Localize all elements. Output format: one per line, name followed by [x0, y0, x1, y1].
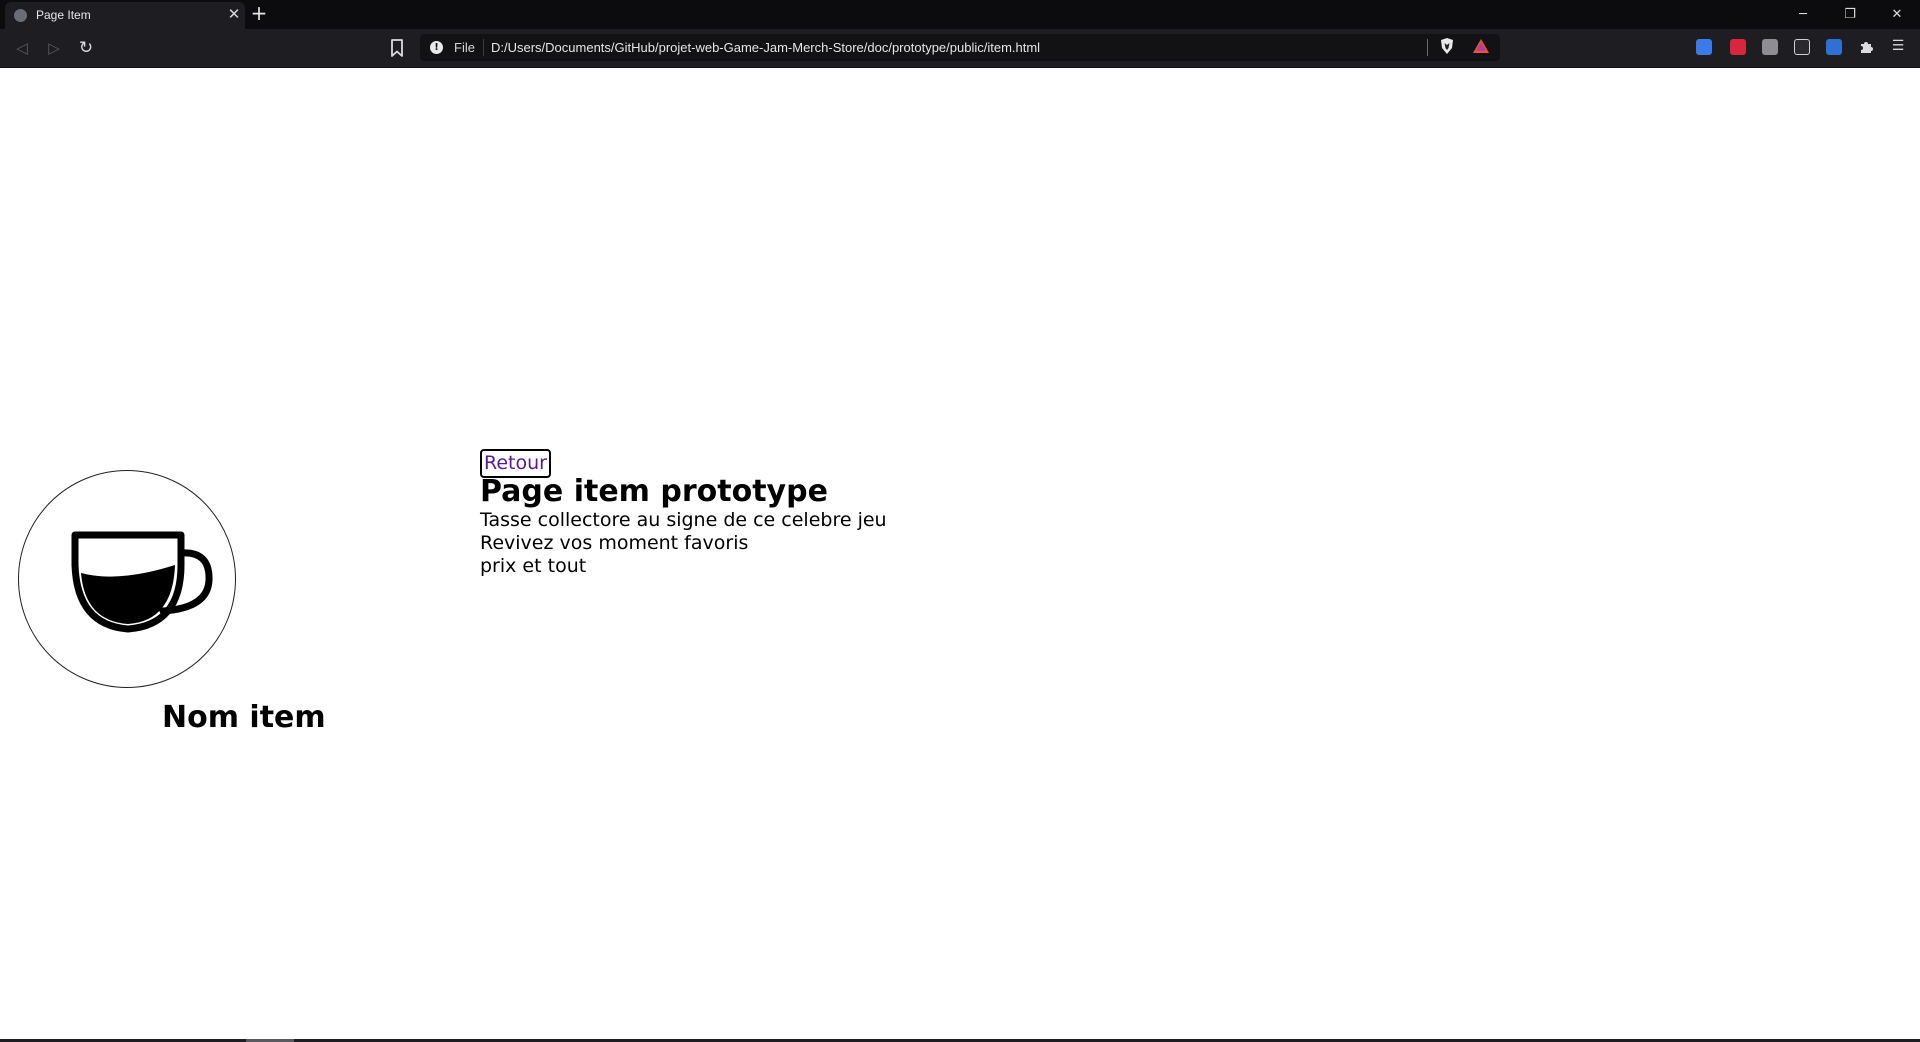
description-line: Revivez vos moment favoris	[480, 532, 749, 554]
forward-nav-button[interactable]: ▷	[43, 37, 65, 59]
minimize-button[interactable]: ─	[1780, 0, 1826, 29]
translate-icon[interactable]	[1696, 39, 1712, 55]
extension-red-icon[interactable]	[1730, 39, 1746, 55]
browser-toolbar: ◁ ▷ ↻ ! File D:/Users/Documents/GitHub/p…	[0, 29, 1920, 68]
page-title: Page item prototype	[480, 474, 828, 509]
back-nav-button[interactable]: ◁	[11, 37, 33, 59]
url-text[interactable]: D:/Users/Documents/GitHub/projet-web-Gam…	[491, 40, 1040, 55]
info-icon[interactable]: !	[430, 41, 443, 54]
bookmark-icon[interactable]	[388, 38, 406, 58]
description-line: Tasse collectore au signe de ce celebre …	[480, 509, 887, 531]
item-description: Tasse collectore au signe de ce celebre …	[480, 509, 887, 578]
tab-bar: Page Item ✕ + ─ ❐ ✕	[0, 0, 1920, 29]
item-name: Nom item	[162, 700, 326, 735]
description-line: prix et tout	[480, 555, 587, 577]
close-window-button[interactable]: ✕	[1874, 0, 1920, 29]
coffee-cup-icon	[71, 531, 213, 633]
puzzle-icon[interactable]	[1858, 39, 1874, 55]
url-separator	[483, 39, 484, 56]
tab-favicon-icon	[14, 9, 27, 22]
extension-k-icon[interactable]	[1762, 39, 1778, 55]
url-scheme-label: File	[454, 40, 475, 55]
brave-rewards-icon[interactable]	[1472, 38, 1490, 54]
toolbar-divider	[1427, 39, 1428, 56]
tab-page-item[interactable]: Page Item ✕	[5, 2, 245, 29]
menu-icon[interactable]: ☰	[1890, 38, 1906, 54]
item-image	[18, 470, 236, 688]
tab-title: Page Item	[36, 8, 91, 22]
brave-shield-icon[interactable]	[1439, 37, 1455, 55]
extension-window-icon[interactable]	[1826, 39, 1842, 55]
extension-glasses-icon[interactable]	[1794, 39, 1810, 55]
tab-close-icon[interactable]: ✕	[226, 6, 242, 22]
address-bar[interactable]: ! File D:/Users/Documents/GitHub/projet-…	[420, 34, 1500, 61]
restore-button[interactable]: ❐	[1827, 0, 1873, 29]
new-tab-button[interactable]: +	[249, 3, 269, 23]
reload-button[interactable]: ↻	[75, 37, 97, 59]
